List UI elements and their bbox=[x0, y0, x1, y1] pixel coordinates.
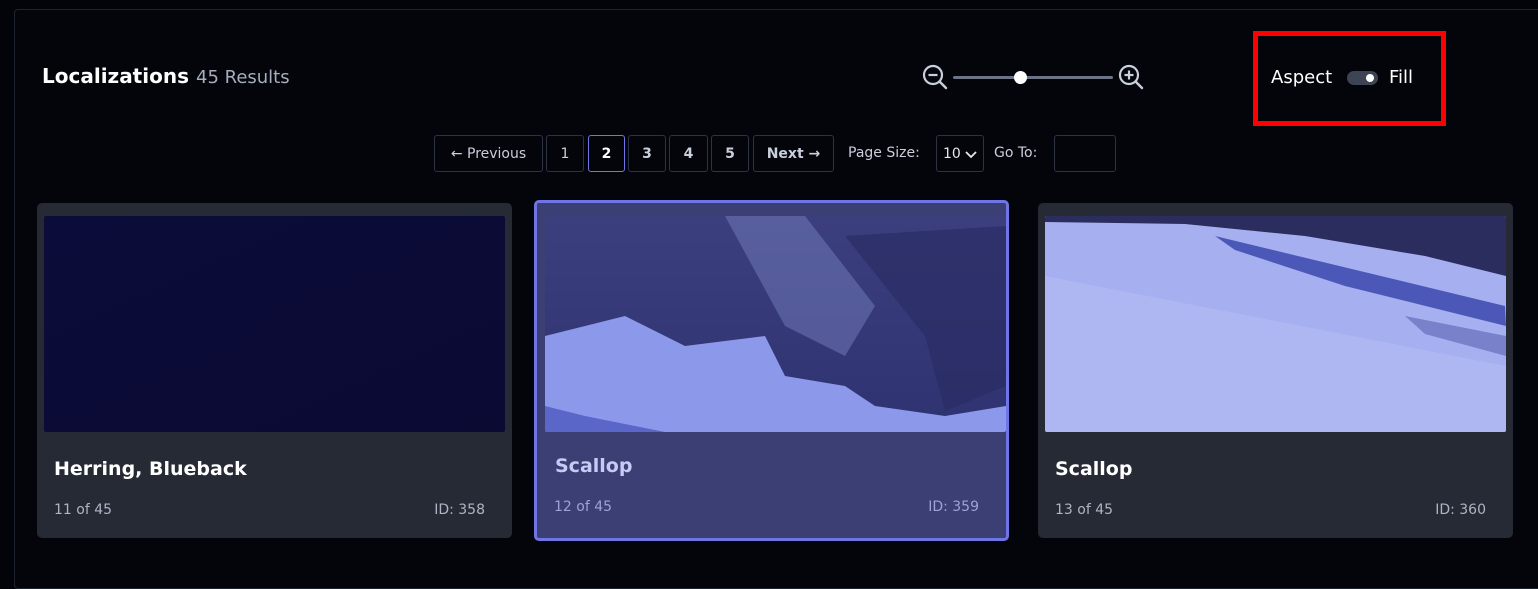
card-id: ID: 359 bbox=[928, 499, 979, 515]
highlight-annotation-box bbox=[1253, 31, 1446, 126]
page-size-label: Page Size: bbox=[848, 145, 920, 161]
card-position: 11 of 45 bbox=[54, 502, 113, 518]
card-id: ID: 360 bbox=[1435, 502, 1486, 518]
card-position: 13 of 45 bbox=[1055, 502, 1114, 518]
localization-card[interactable]: Herring, Blueback 11 of 45 ID: 358 bbox=[37, 203, 512, 538]
page-size-select[interactable]: 10 bbox=[936, 135, 984, 172]
card-title: Scallop bbox=[555, 455, 633, 477]
card-id: ID: 358 bbox=[434, 502, 485, 518]
card-title: Herring, Blueback bbox=[54, 458, 247, 480]
thumbnail-image bbox=[1045, 216, 1506, 432]
thumbnail-image bbox=[545, 216, 1006, 432]
goto-input[interactable] bbox=[1054, 135, 1116, 172]
thumbnail-image bbox=[44, 216, 505, 432]
goto-label: Go To: bbox=[994, 145, 1038, 161]
page-button-2[interactable]: 2 bbox=[588, 135, 625, 172]
chevron-down-icon bbox=[965, 151, 977, 159]
localization-card[interactable]: Scallop 13 of 45 ID: 360 bbox=[1038, 203, 1513, 538]
zoom-in-icon[interactable] bbox=[1118, 64, 1144, 90]
page-title: Localizations bbox=[42, 64, 189, 88]
card-position: 12 of 45 bbox=[554, 499, 613, 515]
localization-card-selected[interactable]: Scallop 12 of 45 ID: 359 bbox=[534, 200, 1009, 541]
zoom-slider[interactable] bbox=[953, 71, 1113, 84]
zoom-out-icon[interactable] bbox=[922, 64, 948, 90]
page-button-4[interactable]: 4 bbox=[669, 135, 708, 172]
card-title: Scallop bbox=[1055, 458, 1133, 480]
page-button-5[interactable]: 5 bbox=[711, 135, 749, 172]
next-button[interactable]: Next → bbox=[753, 135, 834, 172]
previous-button[interactable]: ← Previous bbox=[434, 135, 543, 172]
results-count: 45 Results bbox=[196, 67, 290, 88]
page-button-1[interactable]: 1 bbox=[546, 135, 584, 172]
page-button-3[interactable]: 3 bbox=[628, 135, 666, 172]
page-size-value: 10 bbox=[943, 145, 961, 162]
